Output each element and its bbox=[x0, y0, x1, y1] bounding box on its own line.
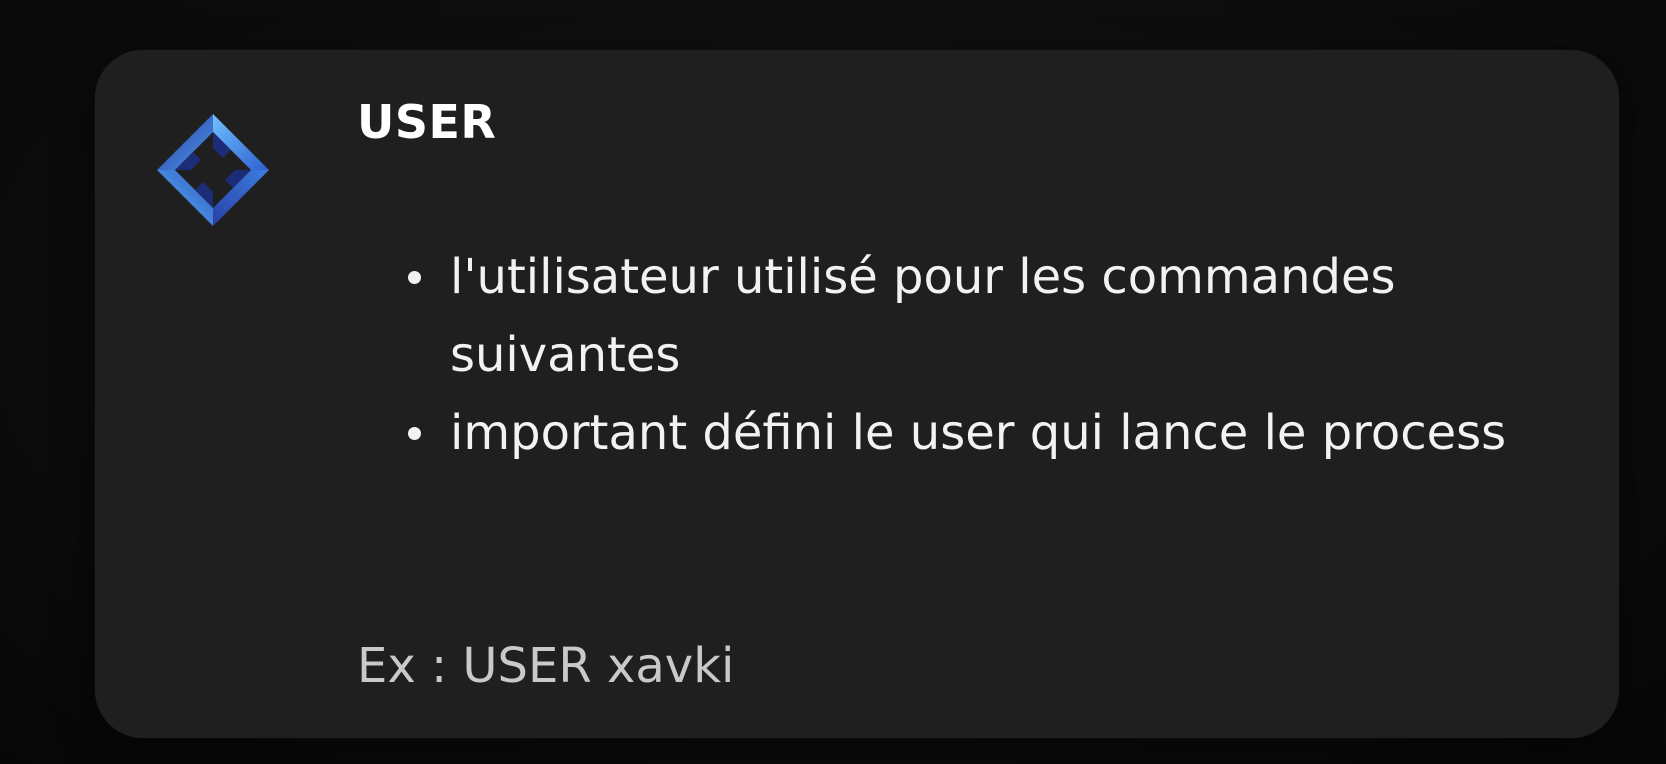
slide-card: USER l'utilisateur utilisé pour les comm… bbox=[95, 50, 1619, 738]
bullet-item: l'utilisateur utilisé pour les commandes… bbox=[408, 238, 1530, 394]
bullet-dot-icon bbox=[408, 271, 421, 284]
diamond-logo-icon bbox=[157, 114, 269, 226]
bullet-item: important défini le user qui lance le pr… bbox=[408, 394, 1530, 472]
example-text: Ex : USER xavki bbox=[357, 638, 735, 694]
slide-title: USER bbox=[357, 95, 497, 149]
bullet-list: l'utilisateur utilisé pour les commandes… bbox=[408, 238, 1530, 472]
bullet-text: important défini le user qui lance le pr… bbox=[450, 405, 1507, 461]
bullet-dot-icon bbox=[408, 427, 421, 440]
bullet-text: l'utilisateur utilisé pour les commandes… bbox=[450, 249, 1396, 383]
